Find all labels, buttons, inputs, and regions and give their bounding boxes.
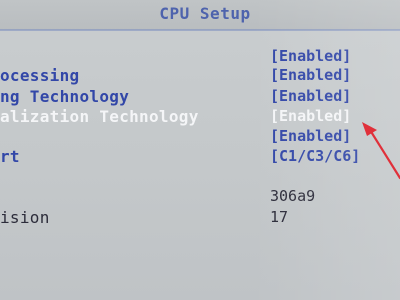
setting-value[interactable]: [Enabled] [270,47,351,65]
setting-row[interactable]: rt [C1/C3/C6] [0,147,400,167]
info-label: ision [0,208,50,227]
info-value: 306a9 [270,187,316,205]
setting-row[interactable]: ng Technology [Enabled] [0,87,400,107]
setting-row[interactable]: ocessing [Enabled] [0,66,400,86]
setting-label: ocessing [0,66,80,85]
info-value: 17 [270,208,289,226]
setting-value[interactable]: [Enabled] [270,66,351,84]
setting-row-selected[interactable]: alization Technology [Enabled] [0,107,400,127]
setting-value[interactable]: [Enabled] [270,87,351,105]
page-title: CPU Setup [159,4,251,23]
setting-label: alization Technology [0,107,199,126]
info-row: ision 17 [0,208,400,228]
setting-row[interactable]: [Enabled] [0,47,400,67]
bios-screen: CPU Setup [Enabled] ocessing [Enabled] n… [0,0,400,300]
setting-label: ng Technology [0,87,130,106]
setting-label: rt [0,147,20,166]
setting-value[interactable]: [C1/C3/C6] [270,147,360,165]
setting-row[interactable]: [Enabled] [0,127,400,147]
header-divider [0,29,400,31]
info-row: 306a9 [0,187,400,207]
setting-value[interactable]: [Enabled] [270,127,351,145]
setting-value[interactable]: [Enabled] [270,107,351,125]
